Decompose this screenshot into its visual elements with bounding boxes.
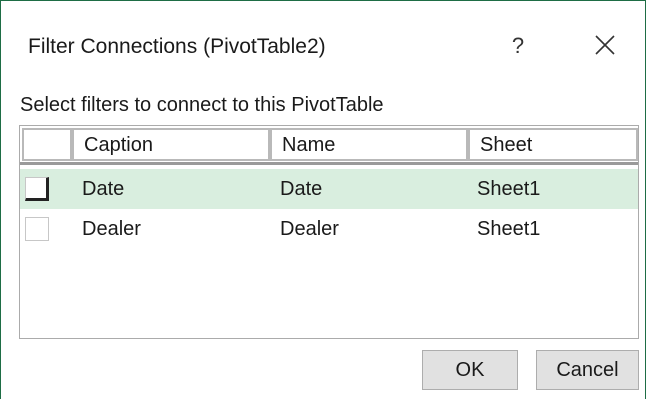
table-row[interactable]: Date Date Sheet1: [20, 169, 638, 209]
filter-connections-dialog: Filter Connections (PivotTable2) ? Selec…: [0, 0, 646, 399]
row-name: Dealer: [280, 218, 339, 240]
column-header-name[interactable]: Name: [270, 128, 468, 161]
row-sheet: Sheet1: [477, 218, 541, 240]
cancel-button[interactable]: Cancel: [536, 350, 639, 390]
column-header-sheet[interactable]: Sheet: [468, 128, 638, 161]
row-caption: Date: [82, 178, 125, 200]
checkbox-icon[interactable]: [25, 217, 49, 241]
instruction-label: Select filters to connect to this PivotT…: [20, 94, 384, 116]
help-icon[interactable]: ?: [503, 31, 533, 61]
checkbox-icon[interactable]: [25, 177, 49, 201]
checkbox-column-header[interactable]: [22, 128, 72, 161]
dialog-title: Filter Connections (PivotTable2): [28, 35, 326, 58]
column-header-row: Caption Name Sheet: [20, 126, 638, 165]
ok-button[interactable]: OK: [422, 350, 518, 390]
row-caption: Dealer: [82, 218, 141, 240]
row-sheet: Sheet1: [477, 178, 541, 200]
close-icon[interactable]: [590, 30, 620, 60]
table-row[interactable]: Dealer Dealer Sheet1: [20, 209, 638, 249]
filter-list: Caption Name Sheet Date Date Sheet1 Deal…: [19, 125, 639, 339]
row-name: Date: [280, 178, 323, 200]
column-header-caption[interactable]: Caption: [72, 128, 270, 161]
